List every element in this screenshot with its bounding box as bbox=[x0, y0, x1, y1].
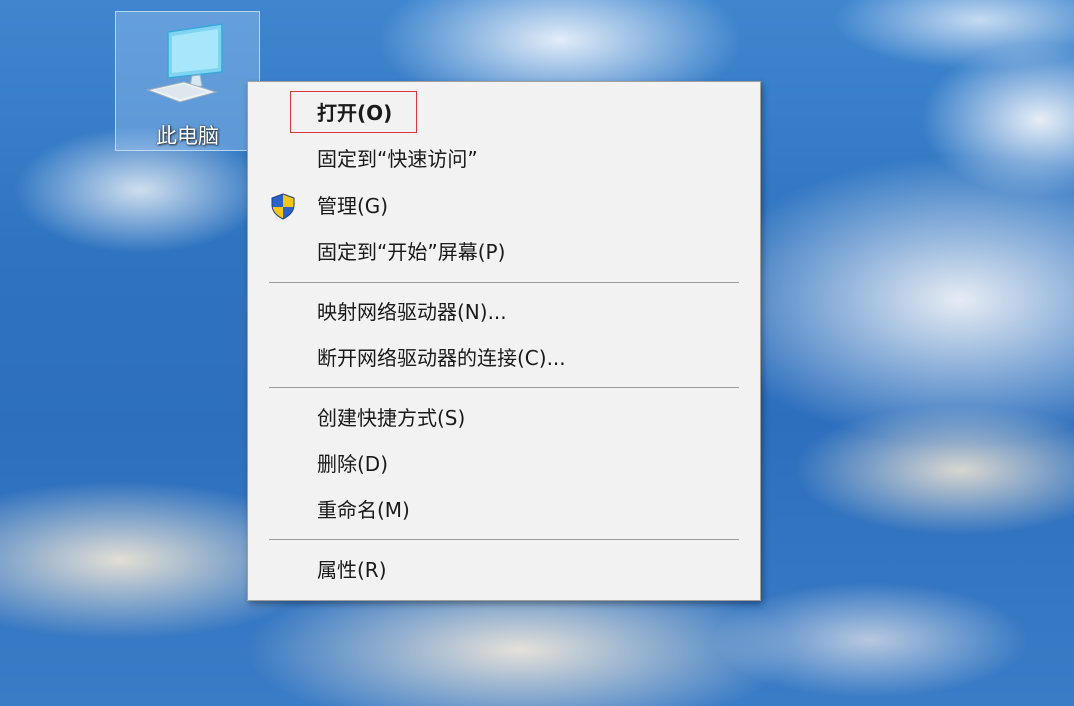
menu-item-pin-start[interactable]: 固定到“开始”屏幕(P) bbox=[248, 231, 760, 273]
menu-item-label: 映射网络驱动器(N)... bbox=[317, 300, 507, 324]
context-menu: 打开(O) 固定到“快速访问” 管理(G) 固定到“开始”屏幕(P) 映射网络驱… bbox=[247, 81, 761, 601]
menu-item-properties[interactable]: 属性(R) bbox=[248, 549, 760, 591]
desktop-icon-label: 此电脑 bbox=[156, 124, 219, 148]
menu-separator bbox=[269, 282, 739, 283]
menu-item-delete[interactable]: 删除(D) bbox=[248, 443, 760, 485]
this-pc-icon bbox=[146, 23, 223, 103]
menu-item-disconnect-network-drive[interactable]: 断开网络驱动器的连接(C)... bbox=[248, 337, 760, 379]
menu-item-label: 固定到“快速访问” bbox=[317, 147, 478, 171]
menu-separator bbox=[269, 539, 739, 540]
menu-item-create-shortcut[interactable]: 创建快捷方式(S) bbox=[248, 397, 760, 439]
menu-item-label: 断开网络驱动器的连接(C)... bbox=[317, 346, 566, 370]
highlight-annotation-box bbox=[290, 91, 417, 133]
menu-item-label: 固定到“开始”屏幕(P) bbox=[317, 240, 506, 264]
menu-item-map-network-drive[interactable]: 映射网络驱动器(N)... bbox=[248, 291, 760, 333]
uac-shield-icon bbox=[271, 193, 295, 220]
menu-item-label: 属性(R) bbox=[317, 558, 387, 582]
menu-separator bbox=[269, 387, 739, 388]
this-pc-desktop-icon[interactable]: 此电脑 bbox=[115, 11, 260, 151]
menu-item-rename[interactable]: 重命名(M) bbox=[248, 489, 760, 531]
menu-item-label: 管理(G) bbox=[317, 194, 389, 218]
menu-item-manage[interactable]: 管理(G) bbox=[248, 185, 760, 227]
menu-item-label: 删除(D) bbox=[317, 452, 389, 476]
menu-item-pin-quick-access[interactable]: 固定到“快速访问” bbox=[248, 138, 760, 180]
menu-item-label: 创建快捷方式(S) bbox=[317, 406, 466, 430]
desktop-background: 此电脑 打开(O) 固定到“快速访问” 管理(G) 固定到“开始”屏幕(P) 映… bbox=[0, 0, 1074, 706]
menu-item-label: 重命名(M) bbox=[317, 498, 410, 522]
